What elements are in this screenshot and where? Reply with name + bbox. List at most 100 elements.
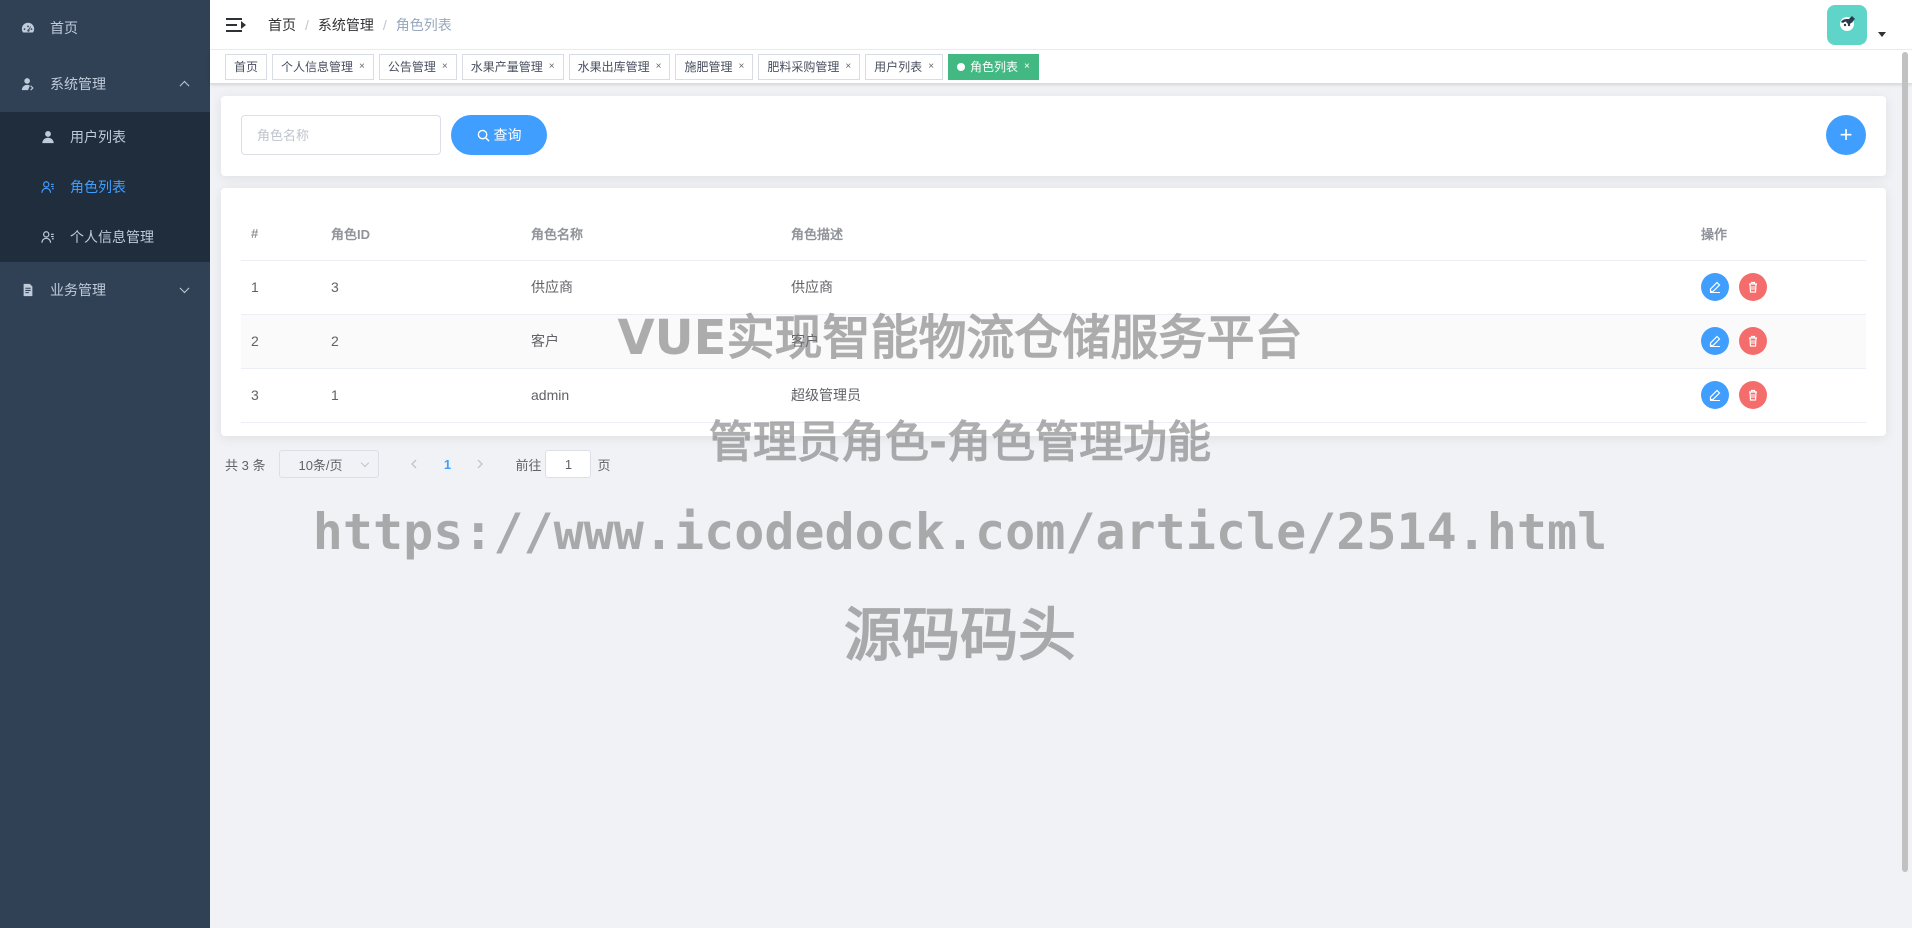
caret-down-icon[interactable] [1878,32,1886,37]
edit-button[interactable] [1701,273,1729,301]
peoples-icon [40,229,56,245]
tags-view: 首页 个人信息管理 × 公告管理 × 水果产量管理 × 水果出库管理 × 施肥管… [210,50,1912,84]
close-icon[interactable]: × [442,55,448,79]
column-header-role-name: 角色名称 [521,208,781,261]
sidebar-item-label: 角色列表 [70,179,126,195]
chevron-down-icon [361,458,370,468]
delete-icon [1749,335,1757,347]
tag-fertilizing[interactable]: 施肥管理 × [675,53,754,80]
add-role-button[interactable]: + [1826,115,1866,155]
tag-label: 水果出库管理 [577,59,650,74]
close-icon[interactable]: × [928,55,934,79]
sidebar-item-label: 业务管理 [50,282,106,298]
active-dot-icon [957,62,966,71]
edit-icon [1709,281,1721,293]
tag-user-list[interactable]: 用户列表 × [865,53,944,80]
column-header-actions: 操作 [1691,208,1866,261]
edit-button[interactable] [1701,381,1729,409]
sidebar-item-user-list[interactable]: 用户列表 [0,112,210,162]
column-header-role-desc: 角色描述 [781,208,1691,261]
sidebar-item-profile[interactable]: 个人信息管理 [0,212,210,262]
cell-role-id: 3 [321,260,521,315]
close-icon[interactable]: × [845,55,851,79]
cell-role-id: 2 [321,314,521,369]
next-page-button[interactable] [465,450,495,478]
cell-role-id: 1 [321,368,521,423]
chevron-up-icon [179,80,190,91]
sidebar-item-label: 个人信息管理 [70,229,154,245]
page-number[interactable]: 1 [429,450,465,478]
tag-label: 肥料采购管理 [767,59,840,74]
close-icon[interactable]: × [656,55,662,79]
tag-fruit-output[interactable]: 水果产量管理 × [461,53,564,80]
page-size-value: 10条/页 [298,457,343,473]
tag-label: 个人信息管理 [281,59,354,74]
avatar[interactable] [1827,5,1867,45]
breadcrumb: 首页 / 系统管理 / 角色列表 [268,15,452,35]
user-icon [20,76,36,92]
breadcrumb-separator: / [382,16,387,33]
tag-label: 角色列表 [970,59,1019,74]
edit-button[interactable] [1701,327,1729,355]
close-icon[interactable]: × [549,55,555,79]
table-row: 3 1 admin 超级管理员 [241,368,1866,423]
tag-role-list[interactable]: 角色列表 × [948,53,1039,80]
app-root: 首页 系统管理 用户列表 角色列表 个人信息管理 业务管理 首页 / 系统管理 … [0,0,1912,928]
delete-button[interactable] [1739,381,1767,409]
submenu-system: 用户列表 角色列表 个人信息管理 [0,112,210,262]
cell-role-name: 供应商 [521,260,781,315]
watermark-url: https://www.icodedock.com/article/2514.h… [312,503,1608,561]
close-icon[interactable]: × [1024,55,1030,79]
hamburger-icon[interactable] [226,17,246,33]
table-header-row: # 角色ID 角色名称 角色描述 操作 [241,208,1866,261]
sidebar-item-home[interactable]: 首页 [0,0,210,56]
edit-icon [1709,335,1721,347]
cell-actions [1691,260,1866,315]
vertical-scrollbar[interactable] [1902,52,1908,872]
search-icon [477,129,490,142]
role-table-card: # 角色ID 角色名称 角色描述 操作 1 3 供应商 供应商 2 2 客户 客… [221,188,1886,436]
cell-role-name: admin [521,368,781,423]
cell-actions [1691,314,1866,369]
sidebar-item-label: 用户列表 [70,129,126,145]
delete-button[interactable] [1739,273,1767,301]
tag-fruit-outbound[interactable]: 水果出库管理 × [568,53,671,80]
chevron-left-icon [411,459,417,469]
prev-page-button[interactable] [399,450,429,478]
delete-icon [1749,389,1757,401]
sidebar-item-role-list[interactable]: 角色列表 [0,162,210,212]
sidebar: 首页 系统管理 用户列表 角色列表 个人信息管理 业务管理 [0,0,210,928]
sidebar-item-label: 系统管理 [50,76,106,92]
role-name-search-input[interactable] [241,115,441,155]
peoples-icon [40,179,56,195]
goto-suffix: 页 [597,457,611,473]
sidebar-item-system[interactable]: 系统管理 [0,56,210,112]
tag-fertilizer-purchase[interactable]: 肥料采购管理 × [758,53,861,80]
page-jumper: 前往 页 [515,450,611,478]
watermark-brand: 源码码头 [843,601,1076,669]
tag-label: 用户列表 [874,59,923,74]
delete-button[interactable] [1739,327,1767,355]
edit-icon [1709,389,1721,401]
table-row: 2 2 客户 客户 [241,314,1866,369]
column-header-role-id: 角色ID [321,208,521,261]
breadcrumb-separator: / [305,16,309,33]
cell-index: 1 [241,260,321,315]
breadcrumb-item-system[interactable]: 系统管理 [318,15,374,35]
query-button[interactable]: 查询 [451,115,547,155]
chevron-right-icon [478,459,484,469]
page-size-select[interactable]: 10条/页 [279,450,380,478]
sidebar-item-business[interactable]: 业务管理 [0,262,210,318]
tag-profile[interactable]: 个人信息管理 × [272,53,374,80]
close-icon[interactable]: × [738,55,744,79]
close-icon[interactable]: × [359,55,365,79]
tag-home[interactable]: 首页 [225,53,268,80]
chevron-down-icon [179,283,190,294]
breadcrumb-item-home[interactable]: 首页 [268,15,296,35]
navbar: 首页 / 系统管理 / 角色列表 [210,0,1912,50]
tag-notice[interactable]: 公告管理 × [378,53,457,80]
user-icon [40,129,56,145]
column-header-index: # [241,208,321,261]
goto-page-input[interactable] [545,450,592,478]
pagination: 共 3 条 10条/页 1 前往 页 [225,450,611,478]
